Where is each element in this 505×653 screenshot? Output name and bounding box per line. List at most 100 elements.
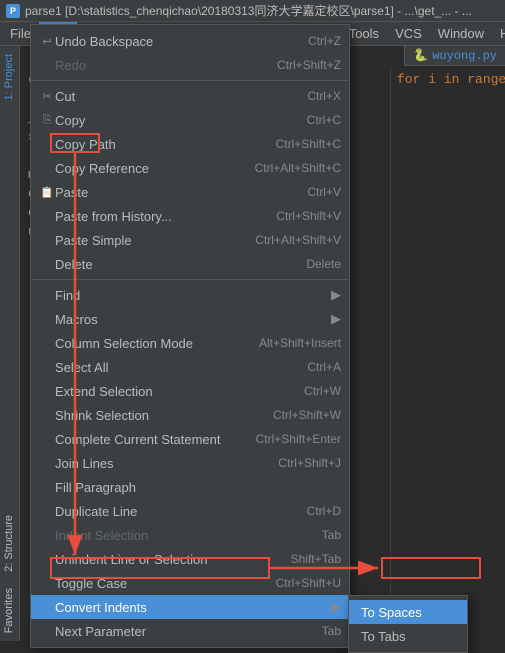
menu-copy-path[interactable]: Copy Path Ctrl+Shift+C <box>31 132 349 156</box>
menu-toggle-shortcut: Ctrl+Shift+U <box>276 576 341 590</box>
menu-fill-paragraph[interactable]: Fill Paragraph <box>31 475 349 499</box>
menu-convert-indents[interactable]: Convert Indents ▶ To Spaces To Tabs <box>31 595 349 619</box>
menu-help[interactable]: Help <box>492 22 505 46</box>
menu-copy-ref-shortcut: Ctrl+Alt+Shift+C <box>255 161 341 175</box>
file-tab-name: wuyong.py <box>432 49 497 63</box>
menu-vcs[interactable]: VCS <box>387 22 430 46</box>
file-tab[interactable]: 🐍 wuyong.py <box>404 46 505 66</box>
menu-undo[interactable]: ↩ Undo Backspace Ctrl+Z <box>31 29 349 53</box>
menu-unindent-label: Unindent Line or Selection <box>55 552 291 567</box>
separator-2 <box>31 279 349 280</box>
sidebar-structure-tab[interactable]: 2: Structure <box>0 507 19 580</box>
macros-arrow-icon: ▶ <box>331 311 341 327</box>
edit-dropdown: ↩ Undo Backspace Ctrl+Z Redo Ctrl+Shift+… <box>30 24 350 648</box>
menu-delete-label: Delete <box>55 257 306 272</box>
menu-paste-simple-label: Paste Simple <box>55 233 255 248</box>
left-sidebar: 1: Project 2: Structure Favorites <box>0 46 20 641</box>
menu-copy-shortcut: Ctrl+C <box>307 113 341 127</box>
menu-indent-shortcut: Tab <box>322 528 341 542</box>
separator-1 <box>31 80 349 81</box>
menu-paste-history[interactable]: Paste from History... Ctrl+Shift+V <box>31 204 349 228</box>
menu-copy[interactable]: ⎘ Copy Ctrl+C <box>31 108 349 132</box>
menu-cut[interactable]: ✂ Cut Ctrl+X <box>31 84 349 108</box>
sidebar-favorites-tab[interactable]: Favorites <box>0 580 19 641</box>
menu-select-all-shortcut: Ctrl+A <box>307 360 341 374</box>
menu-indent-selection: Indent Selection Tab <box>31 523 349 547</box>
menu-indent-label: Indent Selection <box>55 528 322 543</box>
menu-next-parameter[interactable]: Next Parameter Tab <box>31 619 349 643</box>
menu-toggle-case[interactable]: Toggle Case Ctrl+Shift+U <box>31 571 349 595</box>
menu-unindent[interactable]: Unindent Line or Selection Shift+Tab <box>31 547 349 571</box>
menu-next-param-label: Next Parameter <box>55 624 322 639</box>
menu-window[interactable]: Window <box>430 22 492 46</box>
menu-redo-label: Redo <box>55 58 277 73</box>
menu-shrink-label: Shrink Selection <box>55 408 273 423</box>
menu-shrink-selection[interactable]: Shrink Selection Ctrl+Shift+W <box>31 403 349 427</box>
menu-paste[interactable]: 📋 Paste Ctrl+V <box>31 180 349 204</box>
menu-copy-reference[interactable]: Copy Reference Ctrl+Alt+Shift+C <box>31 156 349 180</box>
menu-shrink-shortcut: Ctrl+Shift+W <box>273 408 341 422</box>
menu-complete-shortcut: Ctrl+Shift+Enter <box>256 432 341 446</box>
menu-join-lines[interactable]: Join Lines Ctrl+Shift+J <box>31 451 349 475</box>
to-tabs-label: To Tabs <box>361 629 406 644</box>
menu-toggle-label: Toggle Case <box>55 576 276 591</box>
menu-delete[interactable]: Delete Delete <box>31 252 349 276</box>
submenu-to-tabs[interactable]: To Tabs <box>349 624 467 648</box>
menu-complete-statement[interactable]: Complete Current Statement Ctrl+Shift+En… <box>31 427 349 451</box>
menu-cut-label: Cut <box>55 89 307 104</box>
submenu-to-spaces[interactable]: To Spaces <box>349 600 467 624</box>
menu-convert-label: Convert Indents <box>55 600 327 615</box>
menu-dup-shortcut: Ctrl+D <box>307 504 341 518</box>
menu-dup-label: Duplicate Line <box>55 504 307 519</box>
sidebar-project-tab[interactable]: 1: Project <box>0 46 19 108</box>
app-icon: P <box>6 4 20 18</box>
menu-copy-label: Copy <box>55 113 307 128</box>
menu-paste-history-label: Paste from History... <box>55 209 276 224</box>
app-icon-letter: P <box>10 6 16 16</box>
right-code-panel: for i in range(in <box>390 66 505 641</box>
cut-icon: ✂ <box>39 90 55 103</box>
convert-arrow-icon: ▶ <box>331 599 341 615</box>
menu-extend-selection[interactable]: Extend Selection Ctrl+W <box>31 379 349 403</box>
convert-indents-submenu: To Spaces To Tabs <box>348 595 468 653</box>
dropdown-menu: ↩ Undo Backspace Ctrl+Z Redo Ctrl+Shift+… <box>30 24 350 648</box>
menu-paste-history-shortcut: Ctrl+Shift+V <box>276 209 341 223</box>
copy-icon: ⎘ <box>39 114 55 127</box>
menu-paste-shortcut: Ctrl+V <box>307 185 341 199</box>
menu-undo-label: Undo Backspace <box>55 34 308 49</box>
menu-extend-label: Extend Selection <box>55 384 304 399</box>
undo-icon: ↩ <box>39 35 55 48</box>
code-line-right: for i in range(in <box>397 70 499 89</box>
menu-cut-shortcut: Ctrl+X <box>307 89 341 103</box>
menu-find[interactable]: Find ▶ <box>31 283 349 307</box>
menu-macros[interactable]: Macros ▶ <box>31 307 349 331</box>
find-arrow-icon: ▶ <box>331 287 341 303</box>
menu-column-shortcut: Alt+Shift+Insert <box>259 336 341 350</box>
menu-paste-simple[interactable]: Paste Simple Ctrl+Alt+Shift+V <box>31 228 349 252</box>
menu-column-label: Column Selection Mode <box>55 336 259 351</box>
menu-copy-reference-label: Copy Reference <box>55 161 255 176</box>
to-spaces-label: To Spaces <box>361 605 422 620</box>
menu-undo-shortcut: Ctrl+Z <box>308 34 341 48</box>
menu-find-label: Find <box>55 288 327 303</box>
menu-macros-label: Macros <box>55 312 327 327</box>
menu-duplicate-line[interactable]: Duplicate Line Ctrl+D <box>31 499 349 523</box>
menu-column-selection[interactable]: Column Selection Mode Alt+Shift+Insert <box>31 331 349 355</box>
menu-redo: Redo Ctrl+Shift+Z <box>31 53 349 77</box>
menu-select-all-label: Select All <box>55 360 307 375</box>
menu-next-param-shortcut: Tab <box>322 624 341 638</box>
menu-complete-label: Complete Current Statement <box>55 432 256 447</box>
menu-paste-simple-shortcut: Ctrl+Alt+Shift+V <box>255 233 341 247</box>
menu-fill-label: Fill Paragraph <box>55 480 341 495</box>
title-bar: P parse1 [D:\statistics_chenqichao\20180… <box>0 0 505 22</box>
menu-join-label: Join Lines <box>55 456 278 471</box>
menu-paste-label: Paste <box>55 185 307 200</box>
menu-extend-shortcut: Ctrl+W <box>304 384 341 398</box>
menu-copy-path-shortcut: Ctrl+Shift+C <box>276 137 341 151</box>
menu-select-all[interactable]: Select All Ctrl+A <box>31 355 349 379</box>
menu-delete-shortcut: Delete <box>306 257 341 271</box>
menu-join-shortcut: Ctrl+Shift+J <box>278 456 341 470</box>
menu-redo-shortcut: Ctrl+Shift+Z <box>277 58 341 72</box>
menu-copy-path-label: Copy Path <box>55 137 276 152</box>
title-text: parse1 [D:\statistics_chenqichao\2018031… <box>25 2 472 19</box>
